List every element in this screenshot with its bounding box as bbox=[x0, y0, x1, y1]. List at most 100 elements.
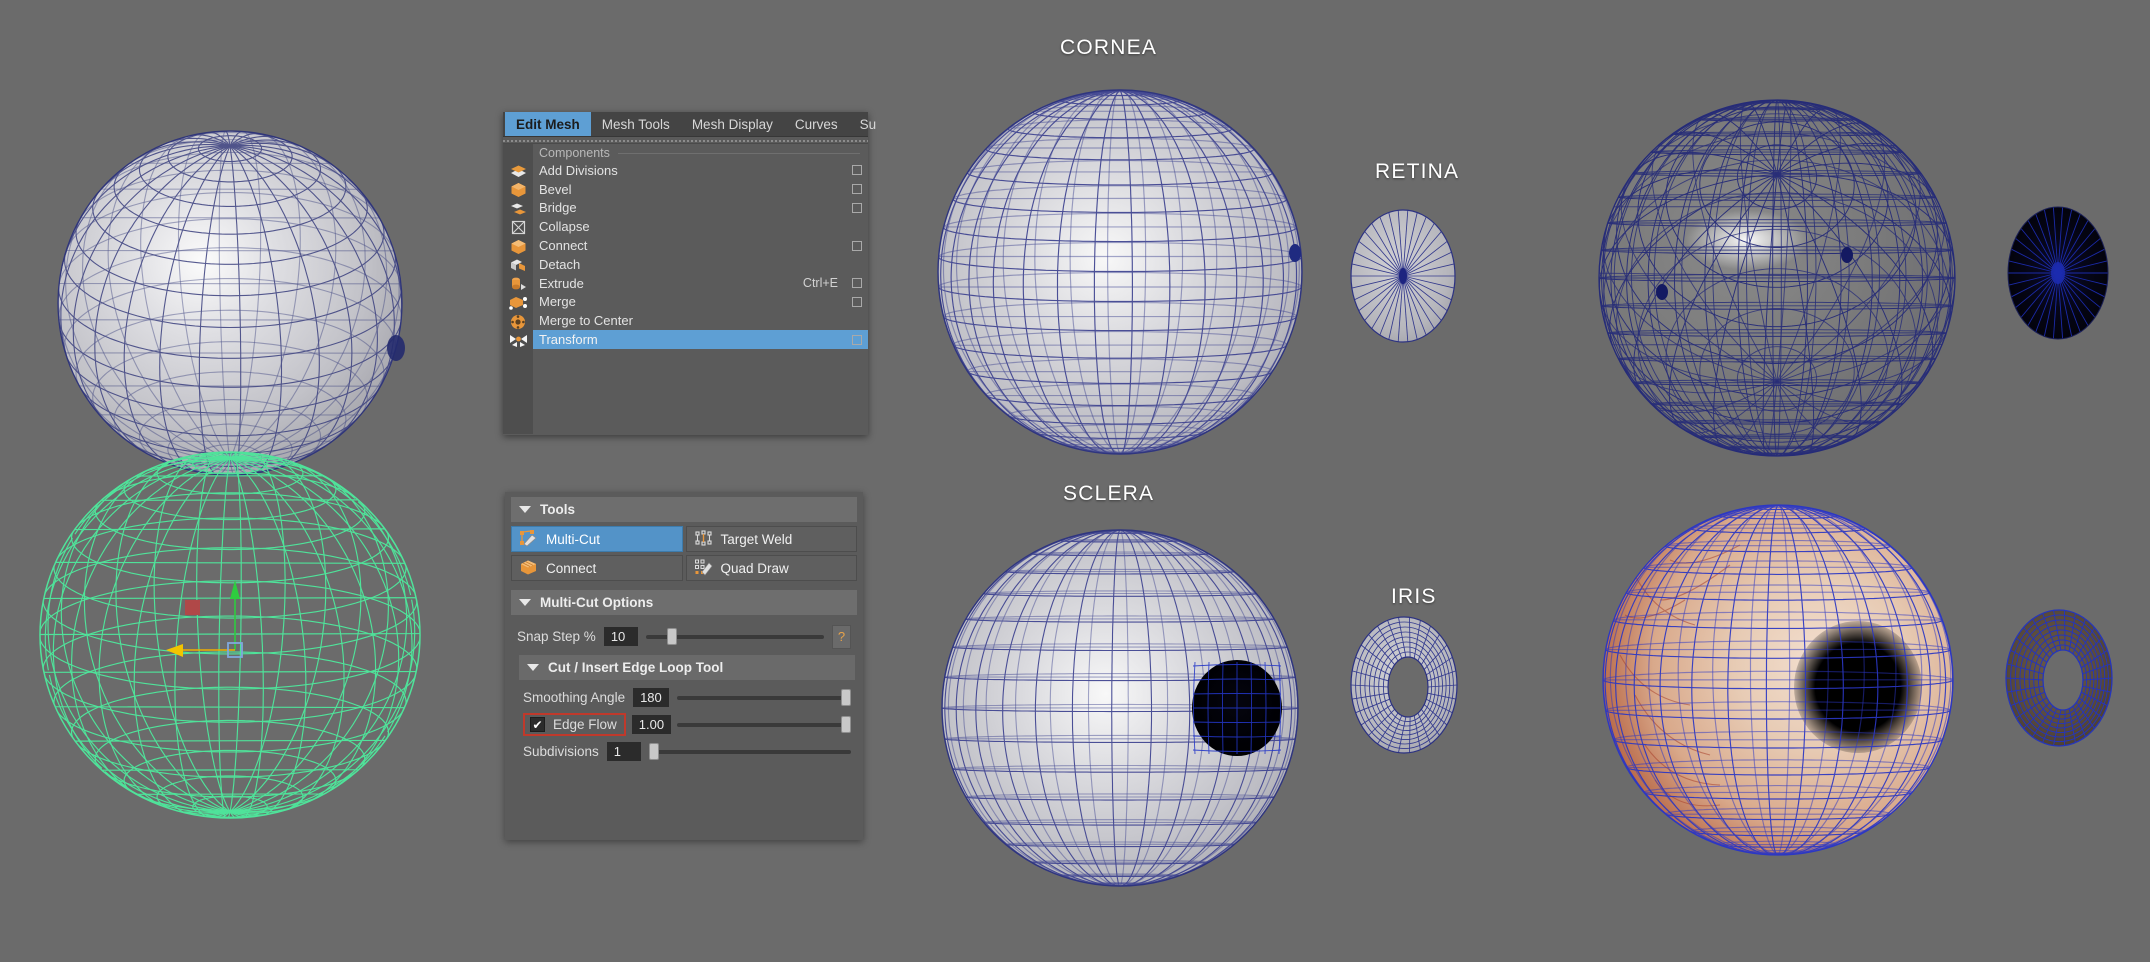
menu-tearoff-handle[interactable] bbox=[503, 137, 868, 144]
menu-item-add-divisions[interactable]: Add Divisions bbox=[533, 161, 868, 180]
subdivisions-row: Subdivisions 1 bbox=[519, 738, 855, 765]
help-button[interactable]: ? bbox=[832, 624, 851, 649]
smoothing-angle-slider[interactable] bbox=[676, 688, 851, 707]
chevron-down-icon bbox=[527, 664, 539, 671]
group-rule bbox=[617, 152, 860, 154]
slider-knob[interactable] bbox=[841, 689, 851, 706]
menu-curves[interactable]: Curves bbox=[784, 112, 849, 136]
tools-section-header[interactable]: Tools bbox=[511, 497, 857, 522]
snap-step-value[interactable]: 10 bbox=[603, 627, 638, 646]
menu-mesh-tools[interactable]: Mesh Tools bbox=[591, 112, 681, 136]
tool-button-target-weld[interactable]: Target Weld bbox=[685, 526, 857, 552]
tool-button-label: Target Weld bbox=[720, 531, 793, 547]
multi-cut-options-body: Snap Step % 10 ? Cut / Insert Edge Loop … bbox=[511, 619, 857, 765]
label-sclera: SCLERA bbox=[1063, 482, 1155, 505]
menu-item-collapse[interactable]: Collapse bbox=[533, 217, 868, 236]
menu-item-connect[interactable]: Connect bbox=[533, 236, 868, 255]
snap-step-row: Snap Step % 10 ? bbox=[513, 623, 855, 650]
option-box[interactable] bbox=[852, 278, 862, 289]
slider-knob[interactable] bbox=[648, 743, 659, 760]
tool-settings-panel: Tools Multi-Cut Target Weld Connect Quad… bbox=[505, 492, 863, 840]
snap-step-slider[interactable] bbox=[645, 627, 824, 646]
green-wireframe-sphere[interactable] bbox=[39, 451, 430, 832]
transform-icon bbox=[503, 331, 533, 350]
quad-draw-icon bbox=[694, 558, 713, 579]
dense-wireframe-sphere[interactable] bbox=[1592, 99, 1958, 466]
sclera-sphere[interactable] bbox=[940, 529, 1304, 894]
option-box[interactable] bbox=[852, 184, 862, 195]
menu-surfaces[interactable]: Su bbox=[849, 112, 888, 136]
menu-item-label: Extrude bbox=[539, 275, 584, 291]
smoothing-angle-label: Smoothing Angle bbox=[523, 690, 626, 705]
menu-item-label: Bevel bbox=[539, 181, 572, 197]
edge-loop-tool-header[interactable]: Cut / Insert Edge Loop Tool bbox=[519, 655, 855, 680]
eyeball-textured[interactable] bbox=[1600, 504, 1960, 865]
tool-button-label: Multi-Cut bbox=[546, 531, 601, 547]
smoothing-angle-value[interactable]: 180 bbox=[633, 688, 669, 707]
menu-item-extrude[interactable]: Extrude Ctrl+E bbox=[533, 274, 868, 293]
option-box[interactable] bbox=[852, 334, 862, 345]
menu-item-detach[interactable]: Detach bbox=[533, 255, 868, 274]
menu-item-label: Bridge bbox=[539, 200, 577, 216]
option-box[interactable] bbox=[852, 240, 862, 251]
merge-icon bbox=[503, 294, 533, 313]
tool-button-multi-cut[interactable]: Multi-Cut bbox=[511, 526, 683, 552]
multi-cut-options-label: Multi-Cut Options bbox=[540, 595, 654, 610]
snap-step-label: Snap Step % bbox=[517, 629, 596, 644]
slider-knob[interactable] bbox=[667, 628, 678, 645]
cornea-sphere[interactable] bbox=[935, 89, 1307, 462]
subdivisions-value[interactable]: 1 bbox=[606, 742, 641, 761]
menu-item-merge-to-center[interactable]: Merge to Center bbox=[533, 311, 868, 330]
menu-item-label: Collapse bbox=[539, 219, 590, 235]
menu-item-label: Transform bbox=[539, 332, 598, 348]
tool-button-quad-draw[interactable]: Quad Draw bbox=[685, 555, 857, 581]
option-box[interactable] bbox=[852, 296, 862, 307]
chevron-down-icon bbox=[519, 599, 531, 606]
slider-track bbox=[648, 749, 851, 754]
bridge-icon bbox=[503, 200, 533, 219]
option-box[interactable] bbox=[852, 165, 862, 176]
iris-annulus[interactable] bbox=[1348, 615, 1466, 760]
menu-item-label: Add Divisions bbox=[539, 162, 618, 178]
menu-item-label: Connect bbox=[539, 238, 588, 254]
add-divisions-icon bbox=[503, 162, 533, 181]
tool-button-label: Quad Draw bbox=[720, 560, 789, 576]
merge-to-center-icon bbox=[503, 312, 533, 331]
bevel-icon bbox=[503, 181, 533, 200]
edge-flow-label: Edge Flow bbox=[553, 717, 617, 732]
retina-disc[interactable] bbox=[1348, 208, 1463, 348]
multi-cut-icon bbox=[519, 529, 538, 550]
iris-annulus-textured[interactable] bbox=[2003, 608, 2121, 756]
connect-icon bbox=[503, 237, 533, 256]
edge-flow-value[interactable]: 1.00 bbox=[631, 715, 672, 734]
menu-item-bridge[interactable]: Bridge bbox=[533, 199, 868, 218]
shaded-sphere-topleft[interactable] bbox=[52, 45, 412, 476]
tool-button-label: Connect bbox=[546, 560, 597, 576]
slider-track bbox=[676, 695, 851, 700]
edge-flow-row: ✔ Edge Flow 1.00 bbox=[519, 711, 855, 738]
label-iris: IRIS bbox=[1391, 585, 1437, 608]
edge-flow-checkbox[interactable]: ✔ bbox=[530, 717, 545, 732]
menu-mesh-display[interactable]: Mesh Display bbox=[681, 112, 784, 136]
menu-item-merge[interactable]: Merge bbox=[533, 293, 868, 312]
menu-item-label: Detach bbox=[539, 256, 581, 272]
label-retina: RETINA bbox=[1375, 160, 1460, 183]
multi-cut-options-header[interactable]: Multi-Cut Options bbox=[511, 590, 857, 615]
tool-button-connect[interactable]: Connect bbox=[511, 555, 683, 581]
components-group-label: Components bbox=[539, 146, 610, 160]
subdivisions-label: Subdivisions bbox=[523, 744, 599, 759]
menu-item-bevel[interactable]: Bevel bbox=[533, 180, 868, 199]
edge-flow-slider[interactable] bbox=[677, 715, 851, 734]
slider-knob[interactable] bbox=[841, 716, 851, 733]
menu-item-transform[interactable]: Transform bbox=[533, 330, 868, 349]
edit-mesh-menu-panel: Edit Mesh Mesh Tools Mesh Display Curves… bbox=[503, 112, 876, 435]
subdivisions-slider[interactable] bbox=[648, 742, 851, 761]
edge-loop-tool-label: Cut / Insert Edge Loop Tool bbox=[548, 660, 724, 675]
detach-icon bbox=[503, 256, 533, 275]
option-box[interactable] bbox=[852, 202, 862, 213]
menu-item-label: Merge to Center bbox=[539, 313, 633, 329]
extrude-icon bbox=[503, 275, 533, 294]
edge-flow-highlight-box[interactable]: ✔ Edge Flow bbox=[523, 713, 626, 736]
retina-disc-dark[interactable] bbox=[2003, 205, 2118, 345]
menu-edit-mesh[interactable]: Edit Mesh bbox=[505, 112, 591, 136]
